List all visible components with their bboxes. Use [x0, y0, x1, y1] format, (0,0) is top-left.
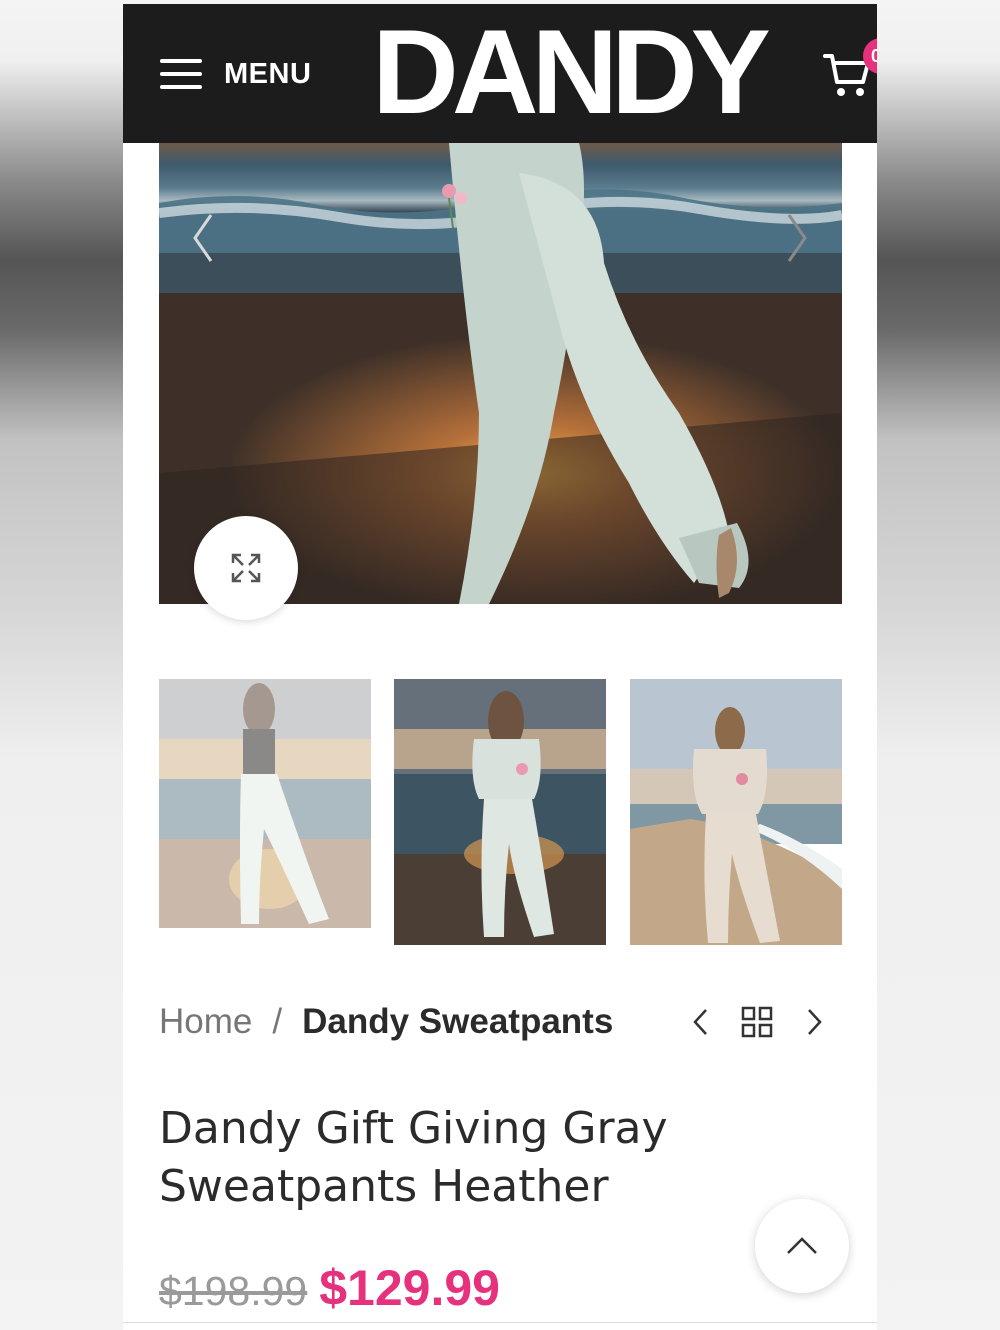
grid-icon[interactable]	[740, 1004, 774, 1040]
phone-screen: MENU DANDY 0 Home / Dandy Sweatpants Dan…	[123, 4, 877, 1330]
next-product-icon[interactable]	[799, 1004, 829, 1040]
previous-product-icon[interactable]	[686, 1004, 716, 1040]
product-title: Dandy Gift Giving Gray Sweatpants Heathe…	[159, 1103, 668, 1212]
sale-price: $129.99	[319, 1260, 500, 1316]
breadcrumb-home-link[interactable]: Home	[159, 1002, 252, 1042]
breadcrumb-current-link[interactable]: Dandy Sweatpants	[302, 1002, 613, 1042]
chevron-up-icon	[787, 1237, 817, 1254]
hamburger-icon[interactable]	[160, 57, 202, 91]
price-block: $198.99 $129.99	[159, 1259, 500, 1317]
thumbnail-image	[394, 679, 606, 945]
thumbnail-3[interactable]	[630, 679, 842, 945]
thumbnail-image	[630, 679, 842, 945]
menu-label[interactable]: MENU	[224, 58, 311, 91]
menu-button[interactable]: MENU	[160, 54, 311, 94]
site-logo[interactable]: DANDY	[353, 12, 783, 132]
site-header: MENU DANDY 0	[123, 4, 877, 143]
chevron-right-icon[interactable]	[777, 203, 817, 273]
zoom-button[interactable]	[194, 516, 298, 620]
breadcrumb-separator: /	[272, 1002, 283, 1041]
thumbnail-2[interactable]	[394, 679, 606, 945]
chevron-left-icon[interactable]	[183, 203, 223, 273]
breadcrumb: Home / Dandy Sweatpants	[159, 1002, 613, 1042]
expand-icon	[231, 553, 261, 583]
scroll-to-top-button[interactable]	[755, 1199, 849, 1293]
thumbnail-image	[159, 679, 371, 928]
divider	[123, 1322, 877, 1323]
original-price: $198.99	[159, 1268, 308, 1314]
thumbnail-1[interactable]	[159, 679, 371, 928]
